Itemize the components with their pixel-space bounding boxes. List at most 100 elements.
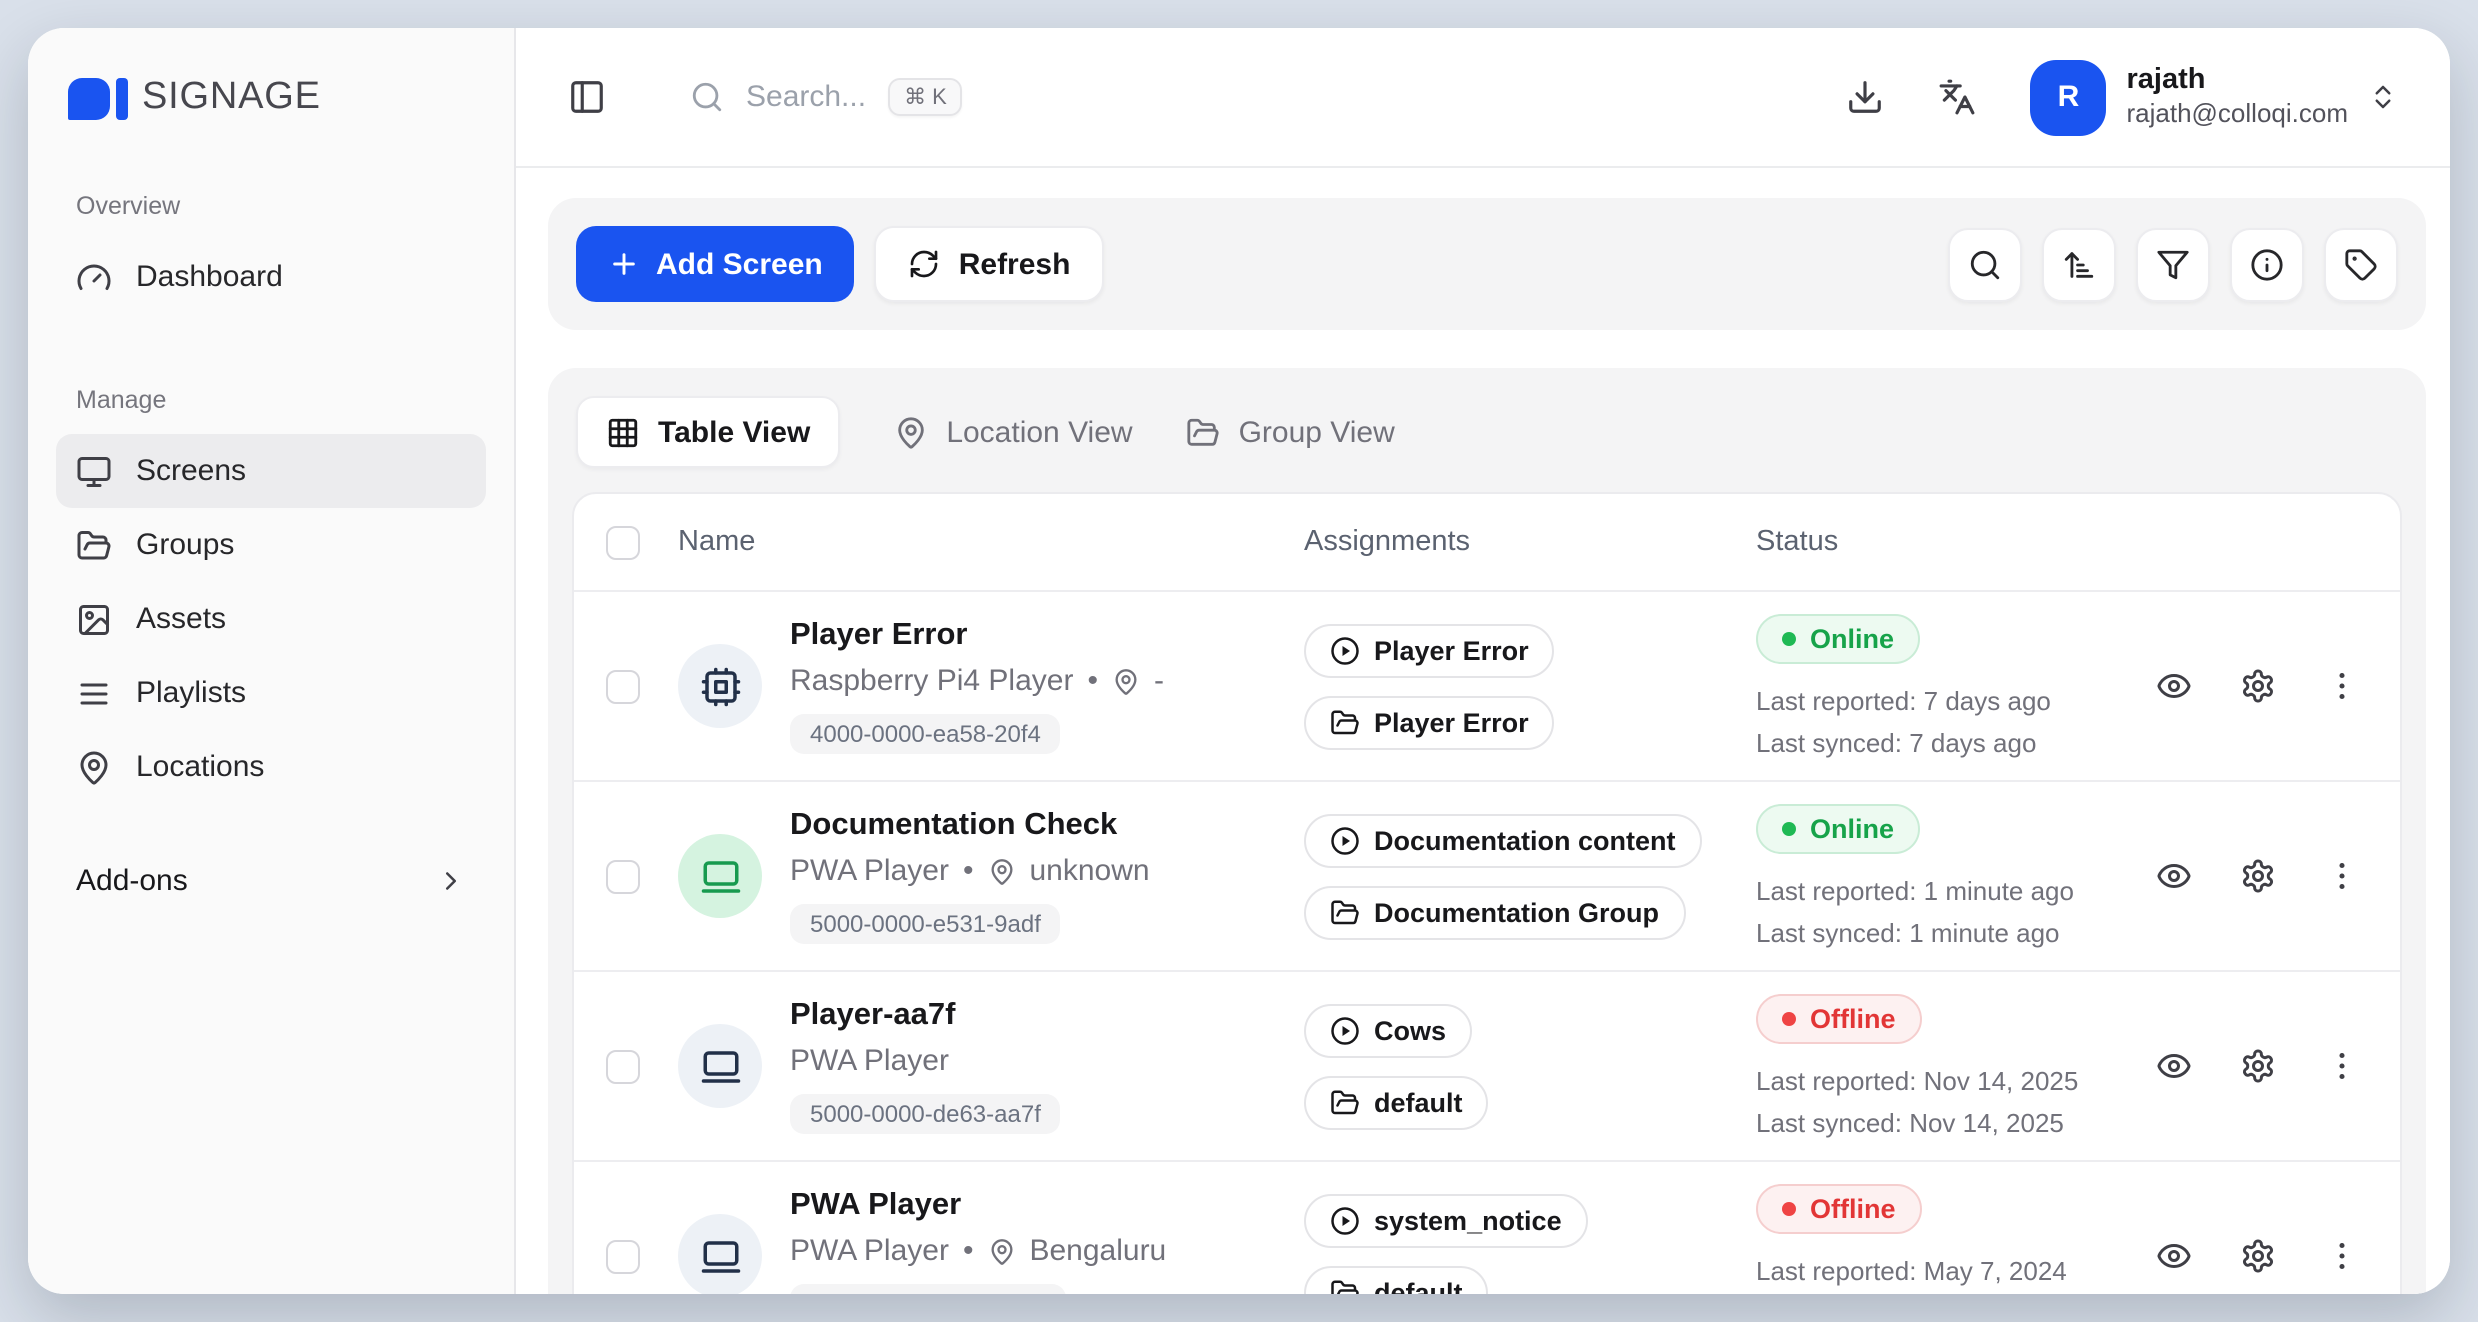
device-type: PWA Player xyxy=(790,1234,949,1268)
list-icon xyxy=(76,675,112,711)
row-menu-button[interactable] xyxy=(2324,668,2360,704)
eye-icon xyxy=(2156,1048,2192,1084)
screen-subtitle: PWA Player • unknown xyxy=(790,854,1150,888)
folder-open-icon xyxy=(1330,1277,1360,1294)
last-synced-text: Last synced: Nov 14, 2025 xyxy=(1756,1108,2064,1138)
group-pill[interactable]: default xyxy=(1304,1075,1489,1129)
language-button[interactable] xyxy=(1939,78,1977,116)
add-screen-button[interactable]: Add Screen xyxy=(576,226,855,302)
download-button[interactable] xyxy=(1847,78,1885,116)
filter-icon xyxy=(2156,247,2190,281)
sidebar-item-groups[interactable]: Groups xyxy=(56,508,486,582)
status-dot xyxy=(1782,822,1796,836)
preview-button[interactable] xyxy=(2156,1048,2192,1084)
pisignage-logo-icon xyxy=(68,77,128,119)
screen-subtitle: PWA Player • Bengaluru xyxy=(790,1234,1166,1268)
group-pill[interactable]: Player Error xyxy=(1304,695,1555,749)
screen-name: Player Error xyxy=(790,618,968,654)
screen-id-badge: 5000-0000-e531-9adf xyxy=(790,904,1061,944)
filter-button[interactable] xyxy=(2136,227,2210,301)
screen-type-icon-circle xyxy=(678,834,762,918)
status-dot xyxy=(1782,1202,1796,1216)
sidebar-toggle-button[interactable] xyxy=(568,78,606,116)
table-header-row: Name Assignments Status xyxy=(574,494,2400,592)
screen-location: - xyxy=(1154,664,1164,698)
sidebar-item-locations[interactable]: Locations xyxy=(56,730,486,804)
sidebar-section-manage: Manage xyxy=(76,386,466,414)
screen-location: unknown xyxy=(1029,854,1149,888)
tab-table-view[interactable]: Table View xyxy=(576,396,840,468)
playlist-pill[interactable]: system_notice xyxy=(1304,1193,1588,1247)
gear-icon xyxy=(2240,1048,2276,1084)
table-row: Player-aa7f PWA Player 5000-0000-de63-aa… xyxy=(574,972,2400,1162)
preview-button[interactable] xyxy=(2156,1238,2192,1274)
gear-icon xyxy=(2240,668,2276,704)
play-circle-icon xyxy=(1330,825,1360,855)
languages-icon xyxy=(1939,78,1977,116)
select-all-checkbox[interactable] xyxy=(606,525,640,559)
tab-group-view[interactable]: Group View xyxy=(1187,415,1395,449)
tag-icon xyxy=(2344,247,2378,281)
sidebar-item-assets[interactable]: Assets xyxy=(56,582,486,656)
status-badge: Offline xyxy=(1756,1184,1922,1234)
sort-button[interactable] xyxy=(2042,227,2116,301)
screen-name: PWA Player xyxy=(790,1188,961,1224)
row-menu-button[interactable] xyxy=(2324,1048,2360,1084)
monitor-icon xyxy=(76,453,112,489)
settings-button[interactable] xyxy=(2240,1048,2276,1084)
play-circle-icon xyxy=(1330,635,1360,665)
playlist-pill[interactable]: Cows xyxy=(1304,1003,1472,1057)
sidebar-item-dashboard[interactable]: Dashboard xyxy=(56,240,486,314)
sidebar-item-screens[interactable]: Screens xyxy=(56,434,486,508)
sidebar-item-label: Locations xyxy=(136,750,264,784)
chevrons-up-down-icon xyxy=(2368,82,2398,112)
preview-button[interactable] xyxy=(2156,668,2192,704)
user-menu[interactable]: R rajath rajath@colloqi.com xyxy=(2031,59,2399,135)
table-row: Player Error Raspberry Pi4 Player • - 40… xyxy=(574,592,2400,782)
refresh-button[interactable]: Refresh xyxy=(875,226,1105,302)
row-menu-button[interactable] xyxy=(2324,858,2360,894)
tag-button[interactable] xyxy=(2324,227,2398,301)
playlist-pill[interactable]: Documentation content xyxy=(1304,813,1702,867)
last-reported-text: Last reported: May 7, 2024 xyxy=(1756,1256,2067,1286)
info-button[interactable] xyxy=(2230,227,2304,301)
screen-type-icon-circle xyxy=(678,1214,762,1294)
row-checkbox[interactable] xyxy=(606,1239,640,1273)
main-area: Search... ⌘ K R rajath rajath@colloqi. xyxy=(516,28,2450,1294)
table-icon xyxy=(606,415,640,449)
group-pill[interactable]: default xyxy=(1304,1265,1489,1294)
folder-open-icon xyxy=(76,527,112,563)
table-body: Player Error Raspberry Pi4 Player • - 40… xyxy=(574,592,2400,1294)
sidebar-item-label: Groups xyxy=(136,528,234,562)
row-checkbox[interactable] xyxy=(606,669,640,703)
settings-button[interactable] xyxy=(2240,668,2276,704)
playlist-pill[interactable]: Player Error xyxy=(1304,623,1555,677)
folder-open-icon xyxy=(1330,897,1360,927)
tab-location-view[interactable]: Location View xyxy=(894,415,1132,449)
search-icon xyxy=(690,80,724,114)
sidebar-item-addons[interactable]: Add-ons xyxy=(76,864,466,898)
device-type: PWA Player xyxy=(790,1044,949,1078)
brand-logo: SIGNAGE xyxy=(56,68,486,120)
last-reported-text: Last reported: Nov 14, 2025 xyxy=(1756,1066,2078,1096)
addons-label: Add-ons xyxy=(76,864,188,898)
sidebar-item-playlists[interactable]: Playlists xyxy=(56,656,486,730)
preview-button[interactable] xyxy=(2156,858,2192,894)
dot-separator: • xyxy=(1087,664,1098,698)
kebab-menu-icon xyxy=(2324,668,2360,704)
cpu-icon xyxy=(699,665,741,707)
view-tabs: Table View Location View Group View xyxy=(572,392,2402,492)
settings-button[interactable] xyxy=(2240,858,2276,894)
plus-icon xyxy=(608,248,640,280)
row-menu-button[interactable] xyxy=(2324,1238,2360,1274)
group-pill[interactable]: Documentation Group xyxy=(1304,885,1685,939)
folder-open-icon xyxy=(1187,415,1221,449)
row-checkbox[interactable] xyxy=(606,1049,640,1083)
search-shortcut-badge: ⌘ K xyxy=(888,78,963,116)
search-input[interactable]: Search... ⌘ K xyxy=(690,78,963,116)
settings-button[interactable] xyxy=(2240,1238,2276,1274)
app-viewport: SIGNAGE Overview Dashboard Manage Screen… xyxy=(0,0,2478,1322)
table-search-button[interactable] xyxy=(1948,227,2022,301)
sidebar-item-label: Assets xyxy=(136,602,226,636)
row-checkbox[interactable] xyxy=(606,859,640,893)
